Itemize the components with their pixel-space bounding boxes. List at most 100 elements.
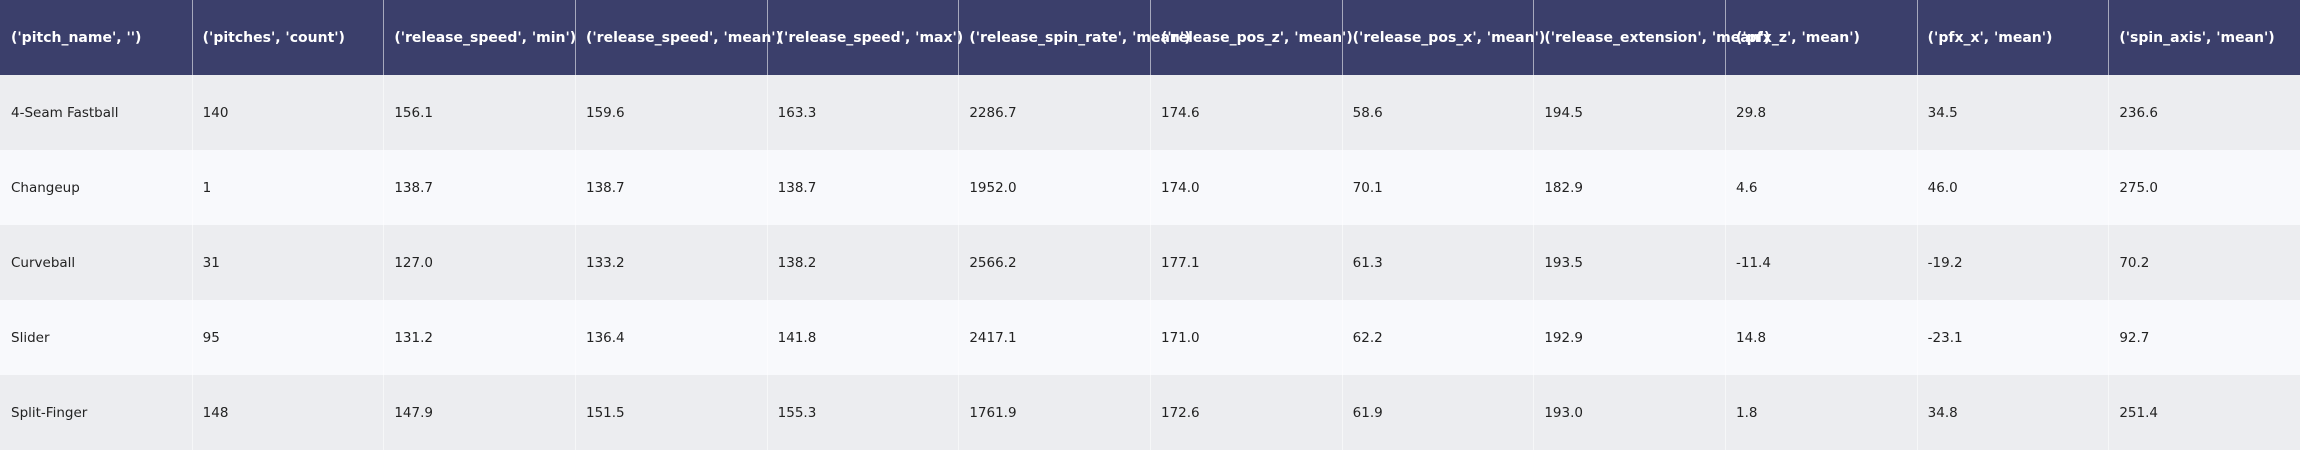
column-separator (575, 225, 576, 300)
table-cell: 1.8 (1736, 404, 1758, 421)
table-cell: 70.2 (2119, 254, 2150, 271)
column-separator (766, 375, 768, 450)
table-cell: 141.8 (777, 329, 817, 346)
table-cell: 1 (202, 179, 212, 196)
column-separator (1916, 0, 1918, 75)
table-cell: 172.6 (1161, 404, 1200, 421)
table-row: Slider 95 131.2 136.4 141.8 2417.1 171.0 62.2 19… (0, 300, 2300, 375)
table-cell: 131.2 (394, 329, 433, 346)
column-header: ('spin_axis', 'mean') (2119, 29, 2275, 46)
column-separator (383, 0, 385, 75)
table-cell: 136.4 (586, 329, 625, 346)
table-cell: 182.9 (1544, 179, 1583, 196)
column-separator (191, 375, 193, 450)
table-cell: 34.8 (1927, 404, 1958, 421)
table-cell: 151.5 (586, 404, 625, 421)
table-cell: 92.7 (2119, 329, 2150, 346)
table-cell: 159.6 (586, 104, 625, 121)
column-separator (575, 300, 576, 375)
table-cell: 29.8 (1736, 104, 1767, 121)
column-separator (1150, 150, 1151, 225)
table-cell: -19.2 (1927, 254, 1963, 271)
table-cell: 61.3 (1352, 254, 1383, 271)
column-separator (1150, 225, 1151, 300)
table-row: Changeup 1 138.7 138.7 138.7 1952.0 174.0 70.1 1… (0, 150, 2300, 225)
data-table: ('pitch_name', '') ('pitches', 'count') ('… (0, 0, 2300, 450)
column-separator (191, 225, 193, 300)
column-separator (766, 300, 768, 375)
column-separator (1725, 300, 1726, 375)
column-separator (1725, 375, 1726, 450)
table-cell: 155.3 (777, 404, 817, 421)
column-separator (575, 75, 576, 150)
column-separator (1533, 75, 1535, 150)
column-separator (575, 0, 576, 75)
row-label-cell: Curveball (11, 254, 76, 271)
table-row: Split-Finger 148 147.9 151.5 155.3 1761.9 172.… (0, 375, 2300, 450)
column-header: ('release_pos_z', 'mean') (1161, 29, 1353, 46)
column-separator (191, 300, 193, 375)
column-separator (2108, 300, 2110, 375)
column-separator (2108, 225, 2110, 300)
table-row: Curveball 31 127.0 133.2 138.2 2566.2 177.1 61.… (0, 225, 2300, 300)
column-separator (2108, 75, 2110, 150)
column-separator (766, 0, 768, 75)
column-separator (1533, 300, 1535, 375)
column-separator (1916, 150, 1918, 225)
column-separator (1725, 150, 1726, 225)
row-label-cell: Split-Finger (11, 404, 88, 421)
column-separator (2108, 375, 2110, 450)
column-separator (958, 150, 960, 225)
table-cell: 147.9 (394, 404, 433, 421)
table-cell: 70.1 (1352, 179, 1383, 196)
column-header: ('pfx_x', 'mean') (1927, 29, 2053, 46)
column-separator (1916, 375, 1918, 450)
table-cell: 138.7 (777, 179, 817, 196)
table-cell: 2417.1 (969, 329, 1017, 346)
table-cell: 34.5 (1927, 104, 1958, 121)
table-cell: 46.0 (1927, 179, 1958, 196)
table-cell: 31 (202, 254, 220, 271)
column-separator (1725, 75, 1726, 150)
table-cell: 193.5 (1544, 254, 1583, 271)
table-cell: 1952.0 (969, 179, 1017, 196)
column-separator (383, 150, 385, 225)
column-separator (958, 375, 960, 450)
column-separator (1341, 150, 1343, 225)
column-separator (191, 0, 193, 75)
table-cell: 275.0 (2119, 179, 2158, 196)
column-separator (383, 75, 385, 150)
table-cell: 163.3 (777, 104, 817, 121)
table-cell: 133.2 (586, 254, 625, 271)
table-cell: 251.4 (2119, 404, 2158, 421)
table-cell: 62.2 (1352, 329, 1383, 346)
table-cell: 127.0 (394, 254, 433, 271)
column-separator (1533, 150, 1535, 225)
table-cell: 95 (202, 329, 220, 346)
column-separator (2108, 150, 2110, 225)
table-cell: 236.6 (2119, 104, 2158, 121)
column-separator (766, 75, 768, 150)
column-separator (575, 375, 576, 450)
column-separator (575, 150, 576, 225)
table-cell: 138.7 (394, 179, 433, 196)
column-separator (191, 75, 193, 150)
column-separator (1341, 0, 1343, 75)
table-cell: 156.1 (394, 104, 433, 121)
column-separator (1533, 225, 1535, 300)
column-separator (383, 300, 385, 375)
table-cell: 192.9 (1544, 329, 1583, 346)
table-cell: 171.0 (1161, 329, 1200, 346)
column-separator (1533, 375, 1535, 450)
row-label-cell: 4-Seam Fastball (11, 104, 119, 121)
column-separator (1150, 375, 1151, 450)
table-cell: 58.6 (1352, 104, 1383, 121)
column-separator (383, 375, 385, 450)
column-header: ('pitch_name', '') (11, 29, 142, 46)
column-separator (766, 225, 768, 300)
table-row: 4-Seam Fastball 140 156.1 159.6 163.3 2286.7 1… (0, 75, 2300, 150)
column-separator (1341, 300, 1343, 375)
column-separator (958, 0, 960, 75)
table-cell: 174.0 (1161, 179, 1200, 196)
column-separator (1916, 75, 1918, 150)
